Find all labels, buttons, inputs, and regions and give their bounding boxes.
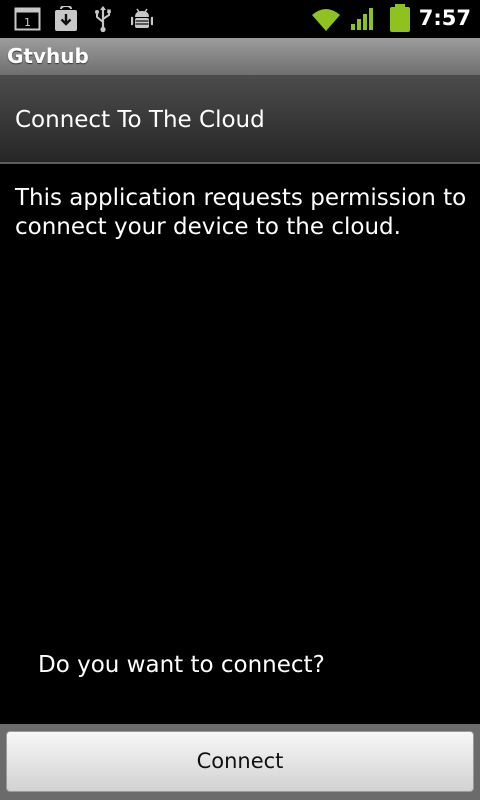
dialog-header: Connect To The Cloud [0,76,480,164]
wifi-icon [312,9,340,31]
status-bar: 1 7:57 [0,0,480,38]
app-title: Gtvhub [7,44,89,68]
button-bar: Connect [0,724,480,800]
permission-message: This application requests permission to … [15,185,467,240]
connect-question: Do you want to connect? [38,652,325,678]
android-debug-icon [131,8,153,28]
signal-icon [351,8,373,30]
download-icon [55,6,77,31]
usb-icon [95,6,111,33]
svg-text:1: 1 [24,16,31,29]
app-title-bar: Gtvhub [0,38,480,76]
clock-time: 7:57 [418,6,471,30]
battery-icon [390,4,410,32]
calendar-icon: 1 [14,7,41,31]
dialog-title: Connect To The Cloud [15,107,265,133]
connect-button[interactable]: Connect [6,731,474,792]
